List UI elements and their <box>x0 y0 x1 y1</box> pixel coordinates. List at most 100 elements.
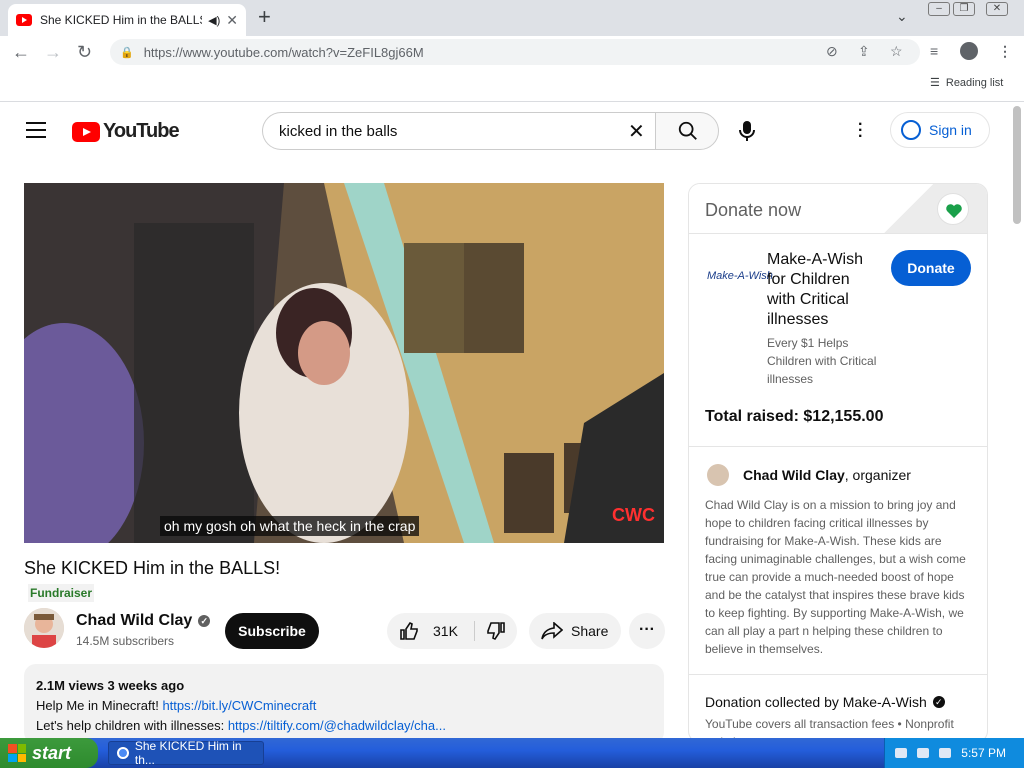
tiltify-link[interactable]: https://tiltify.com/@chadwildclay/cha... <box>228 718 446 733</box>
reload-icon[interactable]: ↻ <box>77 41 92 63</box>
charity-name: Make-A-Wish for Children with Critical i… <box>767 251 864 328</box>
subscriber-count: 14.5M subscribers <box>76 634 175 648</box>
chrome-icon <box>117 747 129 759</box>
share-page-icon[interactable]: ⇪ <box>858 43 870 60</box>
hamburger-menu-icon[interactable] <box>26 122 46 138</box>
account-icon <box>901 120 921 140</box>
youtube-play-icon <box>72 121 100 142</box>
dislike-button[interactable] <box>475 613 517 649</box>
tab-title: She KICKED Him in the BALLS! <box>40 13 203 27</box>
donate-header: Donate now <box>689 184 987 234</box>
media-control-icon[interactable]: ≡ <box>930 43 938 59</box>
organizer-description: Chad Wild Clay is on a mission to bring … <box>705 498 966 656</box>
browser-tab[interactable]: She KICKED Him in the BALLS! ◀) ✕ <box>8 4 246 36</box>
browser-menu-icon[interactable]: ⋮ <box>998 43 1012 60</box>
organizer-line: Chad Wild Clay, organizer <box>743 467 911 483</box>
sign-in-button[interactable]: Sign in <box>890 112 990 148</box>
microphone-icon[interactable] <box>738 120 756 142</box>
like-dislike-group: 31K <box>387 613 517 649</box>
keyboard-icon[interactable] <box>895 748 908 758</box>
minimize-button[interactable]: – <box>928 2 950 16</box>
donate-header-title: Donate now <box>705 200 802 220</box>
share-arrow-icon <box>541 622 563 640</box>
share-label: Share <box>571 623 609 639</box>
youtube-favicon-icon <box>16 14 32 26</box>
verified-check-icon: ✓ <box>198 615 211 627</box>
address-bar[interactable]: 🔒 https://www.youtube.com/watch?v=ZeFIL8… <box>110 39 920 65</box>
channel-name[interactable]: Chad Wild Clay ✓ <box>76 612 211 630</box>
reading-list-label: Reading list <box>945 76 1004 89</box>
volume-icon[interactable] <box>939 748 952 758</box>
back-arrow-icon[interactable]: ← <box>12 41 30 63</box>
channel-name-text: Chad Wild Clay <box>76 612 193 629</box>
network-icon[interactable] <box>917 748 930 758</box>
organizer-name[interactable]: Chad Wild Clay <box>743 467 845 483</box>
profile-avatar[interactable] <box>960 42 978 60</box>
youtube-logo-text: YouTube <box>103 120 180 142</box>
video-caption: oh my gosh oh what the heck in the crap <box>160 516 420 536</box>
total-raised: Total raised: $12,155.00 <box>705 408 884 425</box>
video-frame: CWC <box>24 183 664 543</box>
thumbs-up-icon <box>400 621 418 640</box>
close-tab-icon[interactable]: ✕ <box>226 12 238 29</box>
reading-list-button[interactable]: ☰ Reading list <box>930 76 1004 90</box>
verified-check-icon: ✓ <box>932 696 945 708</box>
settings-kebab-icon[interactable]: · · · <box>858 117 863 145</box>
heart-hand-icon <box>937 193 969 225</box>
system-tray: 5:57 PM <box>884 738 1024 768</box>
description-text: Let's help children with illnesses: <box>36 718 228 733</box>
sign-in-label: Sign in <box>929 122 972 138</box>
views-and-date: 2.1M views 3 weeks ago <box>36 678 185 693</box>
eye-off-icon[interactable]: ⊘ <box>826 43 838 60</box>
description-box[interactable]: 2.1M views 3 weeks ago Help Me in Minecr… <box>24 664 664 744</box>
scrollbar-thumb[interactable] <box>1013 106 1021 224</box>
search-button[interactable] <box>655 112 719 150</box>
taskbar-window-item[interactable]: She KICKED Him in th... <box>108 739 264 767</box>
close-window-button[interactable]: ✕ <box>986 2 1008 16</box>
bookmark-star-icon[interactable]: ☆ <box>890 43 903 60</box>
clear-search-icon[interactable]: ✕ <box>628 119 645 144</box>
fundraiser-badge[interactable]: Fundraiser <box>28 584 95 602</box>
donate-button[interactable]: Donate <box>891 250 971 286</box>
more-actions-button[interactable]: ··· <box>629 613 665 649</box>
charity-subtitle: Every $1 Helps Children with Critical il… <box>767 336 877 386</box>
taskbar-item-label: She KICKED Him in th... <box>134 739 242 767</box>
restore-button[interactable]: ❐ <box>953 2 975 16</box>
description-line: Let's help children with illnesses: http… <box>36 716 652 736</box>
organizer-avatar <box>707 464 729 486</box>
url-text: https://www.youtube.com/watch?v=ZeFIL8gj… <box>143 44 424 60</box>
channel-avatar[interactable] <box>24 608 64 648</box>
description-text: Help Me in Minecraft! <box>36 698 163 713</box>
collected-text: Donation collected by Make-A-Wish <box>705 694 927 710</box>
subscribe-button[interactable]: Subscribe <box>225 613 319 649</box>
search-input[interactable]: kicked in the balls <box>262 112 656 150</box>
avatar-image <box>24 608 64 648</box>
organizer-role: , organizer <box>844 467 911 483</box>
speaker-icon[interactable]: ◀) <box>208 14 220 27</box>
like-count: 31K <box>433 623 458 639</box>
lock-icon[interactable]: 🔒 <box>120 46 134 59</box>
start-label: start <box>32 742 72 763</box>
make-a-wish-logo: Make-A-Wish <box>707 270 773 282</box>
description-line: Help Me in Minecraft! https://bit.ly/CWC… <box>36 696 652 716</box>
youtube-logo[interactable]: YouTube <box>72 120 180 143</box>
bookmarks-bar <box>0 68 1024 102</box>
donation-collected: Donation collected by Make-A-Wish ✓ <box>705 694 945 710</box>
donate-panel: Donate now Make-A-Wish Make-A-Wish for C… <box>688 183 988 743</box>
search-icon <box>678 121 697 140</box>
divider <box>689 446 987 447</box>
thumbs-down-icon <box>487 622 505 641</box>
like-button[interactable]: 31K <box>387 613 474 649</box>
tab-search-icon[interactable]: ⌄ <box>896 8 908 25</box>
minecraft-link[interactable]: https://bit.ly/CWCminecraft <box>162 698 316 713</box>
start-button[interactable]: start <box>0 738 98 768</box>
video-player[interactable]: CWC <box>24 183 664 543</box>
channel-watermark: CWC <box>612 505 655 525</box>
forward-arrow-icon[interactable]: → <box>44 41 62 63</box>
clock: 5:57 PM <box>961 746 1006 760</box>
reading-list-icon: ☰ <box>930 77 940 89</box>
new-tab-button[interactable]: + <box>258 6 271 28</box>
divider <box>689 674 987 675</box>
video-title: She KICKED Him in the BALLS! <box>24 558 281 578</box>
share-button[interactable]: Share <box>529 613 621 649</box>
